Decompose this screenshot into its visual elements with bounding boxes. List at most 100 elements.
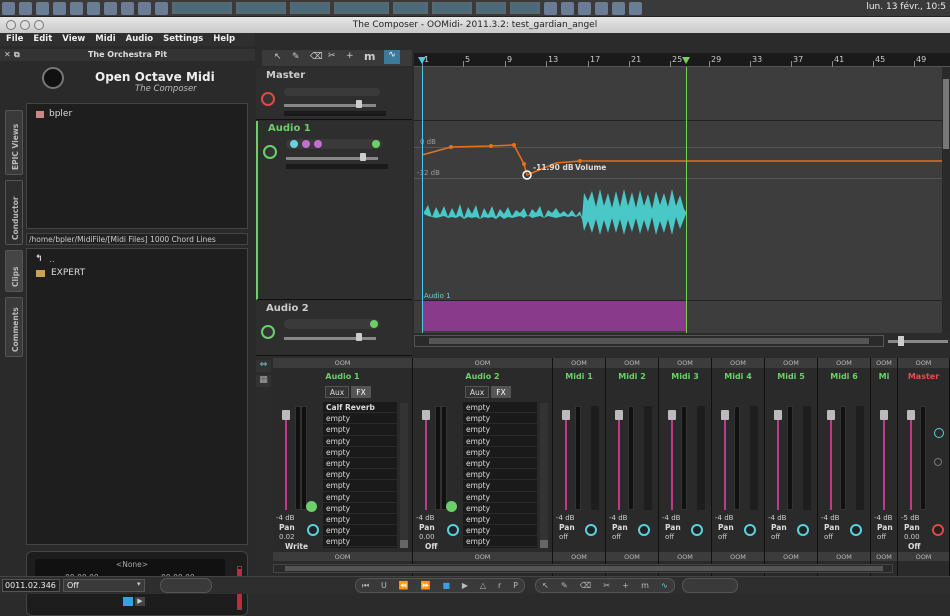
taskbar-window-button[interactable] bbox=[393, 2, 428, 14]
monitor-led-icon[interactable] bbox=[306, 501, 317, 512]
up-arrow-icon[interactable]: ↰ bbox=[35, 254, 43, 264]
midi-route-icon[interactable] bbox=[697, 406, 705, 414]
volume-fader-handle[interactable] bbox=[562, 410, 570, 420]
fx-slot[interactable]: empty bbox=[463, 447, 537, 458]
playhead[interactable] bbox=[686, 67, 687, 333]
left-locator[interactable] bbox=[422, 67, 423, 333]
rewind-start-icon[interactable]: ⏮ bbox=[362, 581, 369, 591]
loop-buttons[interactable] bbox=[160, 578, 212, 593]
pencil-tool-icon[interactable]: ✎ bbox=[561, 581, 568, 590]
pointer-tool-icon[interactable]: ↖ bbox=[274, 52, 282, 62]
volume-slider-handle[interactable] bbox=[360, 153, 366, 161]
menu-file[interactable]: File bbox=[6, 33, 23, 46]
left-locator-marker[interactable] bbox=[418, 57, 426, 64]
taskbar-window-button[interactable] bbox=[236, 2, 286, 14]
aux-tab[interactable]: Aux bbox=[465, 386, 489, 398]
punch-in-icon[interactable]: U bbox=[381, 581, 387, 590]
chevron-down-icon[interactable] bbox=[540, 540, 548, 548]
rewind-icon[interactable]: ⏪ bbox=[399, 581, 409, 590]
fx-slot[interactable]: empty bbox=[323, 469, 397, 481]
track-header-audio1[interactable]: Audio 1 bbox=[256, 121, 412, 300]
mixer-expand-icon[interactable]: ⇔ bbox=[256, 360, 271, 372]
tab-epic-views[interactable]: EPIC Views bbox=[5, 110, 23, 175]
view-buttons[interactable] bbox=[682, 578, 738, 593]
track-name[interactable]: Master bbox=[266, 70, 305, 81]
automation-lane[interactable] bbox=[414, 67, 942, 333]
fx-slot[interactable]: empty bbox=[463, 525, 537, 537]
strip-name[interactable]: Midi 1 bbox=[553, 372, 605, 381]
mixer-hscrollbar-thumb[interactable] bbox=[285, 566, 883, 571]
position-display[interactable]: 0011.02.346 bbox=[2, 579, 60, 592]
volume-fader-handle[interactable] bbox=[827, 410, 835, 420]
mute-tool-icon[interactable]: m bbox=[641, 581, 649, 590]
fx-slot[interactable]: empty bbox=[463, 424, 537, 436]
mode-select[interactable]: Off bbox=[63, 579, 145, 592]
automation-node[interactable] bbox=[522, 162, 526, 166]
volume-slider-handle[interactable] bbox=[356, 333, 362, 341]
pan-knob-icon[interactable] bbox=[744, 524, 756, 536]
audio2-part[interactable] bbox=[422, 301, 687, 331]
pencil-tool-icon[interactable]: ✎ bbox=[292, 52, 300, 62]
pan-knob-icon[interactable] bbox=[850, 524, 862, 536]
taskbar-window-button[interactable] bbox=[510, 2, 540, 14]
fx-slot[interactable]: Calf Reverb bbox=[323, 402, 397, 414]
eraser-tool-icon[interactable]: ⌫ bbox=[310, 52, 323, 62]
fx-slot[interactable]: empty bbox=[463, 458, 537, 470]
fx-tab[interactable]: FX bbox=[491, 386, 511, 398]
fx-slot[interactable]: empty bbox=[323, 503, 397, 514]
fx-slot[interactable]: empty bbox=[463, 413, 537, 425]
app-icon[interactable] bbox=[19, 1, 32, 15]
monitor-led-icon[interactable] bbox=[372, 140, 380, 148]
volume-slider-handle[interactable] bbox=[356, 100, 362, 108]
volume-slider[interactable] bbox=[284, 104, 376, 107]
midi-route-icon[interactable] bbox=[644, 406, 652, 414]
taskbar-window-button[interactable] bbox=[334, 2, 389, 14]
volume-fader-track[interactable] bbox=[830, 410, 832, 510]
track-name[interactable]: Audio 1 bbox=[268, 123, 311, 134]
volume-fader-track[interactable] bbox=[425, 410, 427, 510]
volume-fader-track[interactable] bbox=[671, 410, 673, 510]
volume-fader-track[interactable] bbox=[777, 410, 779, 510]
timeline-ruler[interactable]: 1 5 9 13 17 21 25 29 33 37 41 45 49 bbox=[414, 53, 950, 67]
fx-slot[interactable]: empty bbox=[463, 503, 537, 514]
home-icon[interactable] bbox=[70, 1, 83, 15]
split-tool-icon[interactable]: ✂ bbox=[603, 581, 610, 590]
arranger-vscrollbar-thumb[interactable] bbox=[943, 79, 949, 149]
fx-slot[interactable]: empty bbox=[323, 447, 397, 458]
volume-fader-handle[interactable] bbox=[721, 410, 729, 420]
volume-fader-track[interactable] bbox=[724, 410, 726, 510]
tray-icon[interactable] bbox=[595, 1, 608, 15]
track-header-audio2[interactable]: Audio 2 bbox=[256, 301, 412, 356]
strip-name[interactable]: Midi 5 bbox=[765, 372, 817, 381]
automation-tool-icon[interactable]: ∿ bbox=[661, 581, 668, 590]
track-buttons-bar[interactable] bbox=[284, 88, 380, 96]
volume-fader-handle[interactable] bbox=[282, 410, 290, 420]
terminal-icon[interactable] bbox=[138, 1, 151, 15]
volume-automation-line[interactable] bbox=[421, 144, 942, 177]
fx-slot[interactable]: empty bbox=[323, 525, 397, 537]
midi-route-icon[interactable] bbox=[856, 406, 864, 414]
glue-tool-icon[interactable]: + bbox=[346, 51, 354, 61]
close-panel-icon[interactable]: ✕ bbox=[4, 49, 11, 61]
pan-knob-icon[interactable] bbox=[932, 524, 944, 536]
undock-icon[interactable]: ⧉ bbox=[14, 49, 20, 61]
chevron-down-icon[interactable]: ▾ bbox=[137, 580, 141, 588]
route-icon[interactable] bbox=[934, 458, 942, 466]
pointer-tool-icon[interactable]: ↖ bbox=[542, 581, 549, 590]
menu-midi[interactable]: Midi bbox=[95, 33, 115, 46]
tray-icon[interactable] bbox=[578, 1, 591, 15]
parent-dir-item[interactable]: .. bbox=[49, 255, 55, 265]
tab-comments[interactable]: Comments bbox=[5, 297, 23, 357]
app-icon[interactable] bbox=[155, 1, 168, 15]
fx-scrollbar[interactable] bbox=[540, 403, 548, 548]
taskbar-window-button[interactable] bbox=[290, 2, 330, 14]
volume-fader-handle[interactable] bbox=[615, 410, 623, 420]
taskbar-window-button[interactable] bbox=[172, 2, 232, 14]
menu-audio[interactable]: Audio bbox=[126, 33, 153, 46]
fx-slot[interactable]: empty bbox=[323, 458, 397, 470]
tree-item[interactable]: bpler bbox=[49, 109, 72, 119]
metronome-icon[interactable]: △ bbox=[480, 581, 486, 590]
record-icon[interactable]: r bbox=[498, 581, 501, 590]
strip-name[interactable]: Mi bbox=[871, 372, 897, 381]
fx-slot[interactable]: empty bbox=[463, 402, 537, 414]
